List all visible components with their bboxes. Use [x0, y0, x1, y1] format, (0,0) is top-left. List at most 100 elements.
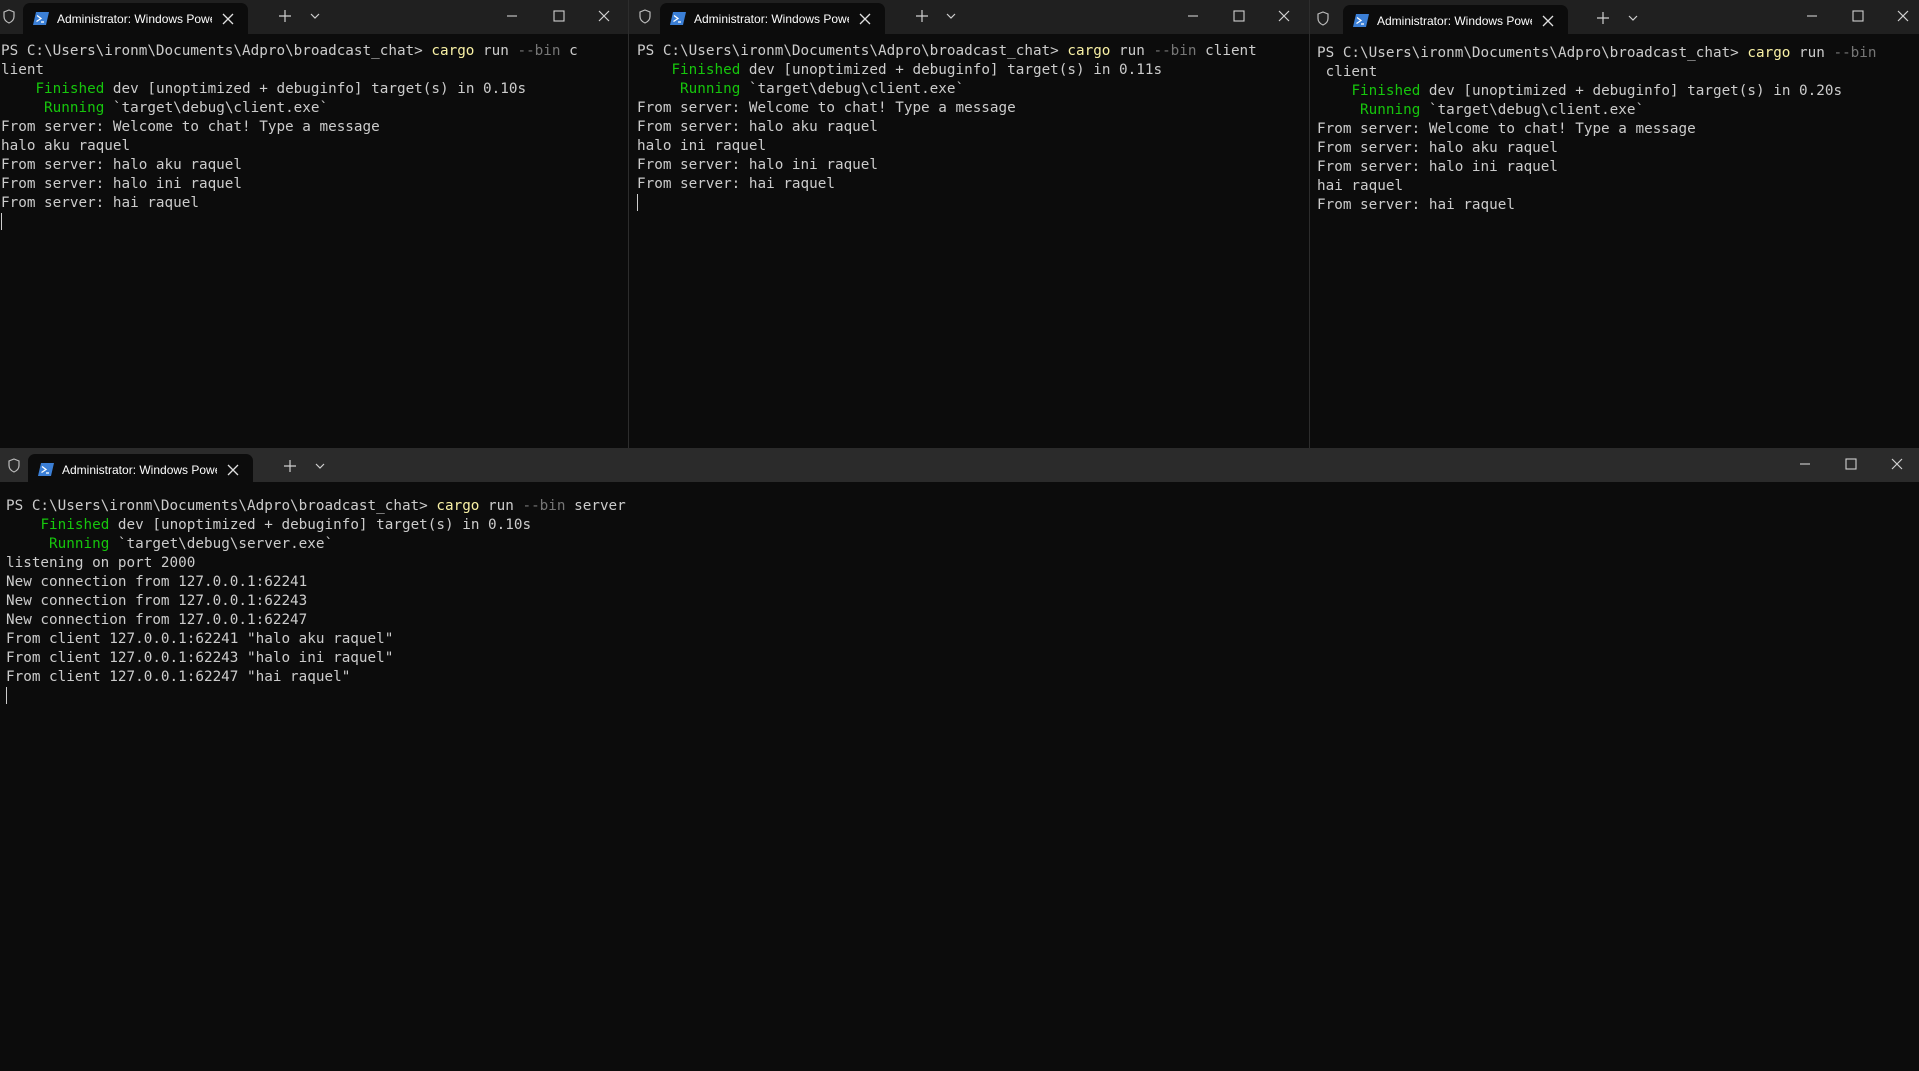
status-finished: Finished: [671, 62, 741, 78]
output-line: `target\debug\client.exe`: [1420, 102, 1645, 118]
tab-powershell[interactable]: Administrator: Windows PowerShell: [23, 3, 248, 34]
plus-icon[interactable]: [1596, 11, 1610, 25]
title-bar[interactable]: Administrator: Windows PowerShell: [1310, 0, 1919, 34]
output-line: lient: [1, 62, 45, 78]
plus-icon[interactable]: [278, 9, 292, 23]
command-args: run: [479, 498, 523, 514]
output-line: listening on port 2000: [6, 555, 196, 571]
title-bar[interactable]: Administrator: Windows PowerShell: [0, 448, 1919, 482]
output-line: `target\debug\client.exe`: [104, 100, 329, 116]
command-flag: --bin: [1153, 43, 1197, 59]
command-rest: server: [565, 498, 626, 514]
text-cursor: [6, 687, 7, 704]
output-line: From server: Welcome to chat! Type a mes…: [637, 100, 1016, 116]
output-line: From server: hai raquel: [1317, 197, 1515, 213]
tab-powershell[interactable]: Administrator: Windows PowerShell: [28, 454, 253, 482]
prompt: PS C:\Users\ironm\Documents\Adpro\broadc…: [1, 43, 432, 59]
tab-powershell[interactable]: Administrator: Windows PowerShell: [660, 3, 885, 34]
status-finished: Finished: [1351, 83, 1421, 99]
output-line: hai raquel: [1317, 178, 1404, 194]
output-line: halo ini raquel: [637, 138, 767, 154]
title-bar[interactable]: Administrator: Windows PowerShell: [629, 0, 1309, 34]
terminal-output[interactable]: PS C:\Users\ironm\Documents\Adpro\broadc…: [6, 497, 626, 707]
chevron-down-icon[interactable]: [1628, 15, 1638, 22]
output-line: From server: halo ini raquel: [1, 176, 243, 192]
output-line: From client 127.0.0.1:62241 "halo aku ra…: [6, 631, 394, 647]
close-icon[interactable]: [596, 8, 612, 24]
plus-icon[interactable]: [283, 459, 297, 473]
tab-powershell[interactable]: Administrator: Windows PowerShell: [1343, 5, 1568, 34]
close-icon[interactable]: [227, 464, 239, 476]
output-line: From server: Welcome to chat! Type a mes…: [1, 119, 380, 135]
output-line: From server: Welcome to chat! Type a mes…: [1317, 121, 1696, 137]
command-rest: client: [1196, 43, 1257, 59]
output-line: dev [unoptimized + debuginfo] target(s) …: [109, 517, 532, 533]
output-line: client: [1317, 64, 1378, 80]
status-finished: Finished: [40, 517, 110, 533]
terminal-window-client-1: Administrator: Windows PowerShell PS C:\…: [0, 0, 628, 448]
tab-title: Administrator: Windows PowerShell: [57, 12, 212, 26]
close-icon[interactable]: [222, 13, 234, 25]
status-running: Running: [44, 100, 105, 116]
close-icon[interactable]: [1889, 456, 1905, 472]
command-rest: c: [560, 43, 578, 59]
output-line: New connection from 127.0.0.1:62247: [6, 612, 308, 628]
output-line: From server: halo ini raquel: [637, 157, 879, 173]
output-line: From server: halo ini raquel: [1317, 159, 1559, 175]
command-args: run: [1790, 45, 1834, 61]
command: cargo: [436, 498, 480, 514]
output-line: From server: hai raquel: [637, 176, 835, 192]
output-line: From client 127.0.0.1:62247 "hai raquel": [6, 669, 351, 685]
prompt: PS C:\Users\ironm\Documents\Adpro\broadc…: [1317, 45, 1748, 61]
command-flag: --bin: [517, 43, 561, 59]
chevron-down-icon[interactable]: [946, 13, 956, 20]
plus-icon[interactable]: [915, 9, 929, 23]
output-line: From server: halo aku raquel: [637, 119, 879, 135]
close-icon[interactable]: [859, 13, 871, 25]
title-bar[interactable]: Administrator: Windows PowerShell: [0, 0, 628, 34]
tab-title: Administrator: Windows PowerShell: [694, 12, 849, 26]
output-line: dev [unoptimized + debuginfo] target(s) …: [104, 81, 527, 97]
maximize-icon[interactable]: [1231, 8, 1247, 24]
close-icon[interactable]: [1276, 8, 1292, 24]
command: cargo: [431, 43, 475, 59]
output-line: halo aku raquel: [1, 138, 131, 154]
status-finished: Finished: [35, 81, 105, 97]
minimize-icon[interactable]: [1804, 8, 1820, 24]
terminal-window-client-2: Administrator: Windows PowerShell PS C:\…: [629, 0, 1309, 448]
minimize-icon[interactable]: [1797, 456, 1813, 472]
powershell-icon: [670, 12, 686, 25]
text-cursor: [637, 194, 638, 211]
chevron-down-icon[interactable]: [315, 463, 325, 470]
maximize-icon[interactable]: [1843, 456, 1859, 472]
command-flag: --bin: [1833, 45, 1877, 61]
tab-title: Administrator: Windows PowerShell: [1377, 14, 1532, 28]
status-running: Running: [49, 536, 110, 552]
output-line: `target\debug\client.exe`: [740, 81, 965, 97]
command-args: run: [474, 43, 518, 59]
output-line: New connection from 127.0.0.1:62243: [6, 593, 308, 609]
output-line: dev [unoptimized + debuginfo] target(s) …: [1420, 83, 1843, 99]
status-running: Running: [680, 81, 741, 97]
output-line: From server: halo aku raquel: [1317, 140, 1559, 156]
terminal-output[interactable]: PS C:\Users\ironm\Documents\Adpro\broadc…: [637, 42, 1257, 214]
shield-icon: [8, 458, 20, 473]
close-icon[interactable]: [1542, 15, 1554, 27]
close-icon[interactable]: [1895, 8, 1911, 24]
output-line: From client 127.0.0.1:62243 "halo ini ra…: [6, 650, 394, 666]
command-args: run: [1110, 43, 1154, 59]
terminal-output[interactable]: PS C:\Users\ironm\Documents\Adpro\broadc…: [1317, 44, 1877, 215]
shield-icon: [1317, 11, 1329, 26]
terminal-window-client-3: Administrator: Windows PowerShell PS C:\…: [1310, 0, 1919, 448]
terminal-output[interactable]: PS C:\Users\ironm\Documents\Adpro\broadc…: [1, 42, 578, 233]
minimize-icon[interactable]: [504, 8, 520, 24]
maximize-icon[interactable]: [1850, 8, 1866, 24]
chevron-down-icon[interactable]: [310, 13, 320, 20]
minimize-icon[interactable]: [1185, 8, 1201, 24]
shield-icon: [639, 9, 651, 24]
tab-title: Administrator: Windows PowerShell: [62, 463, 217, 477]
output-line: dev [unoptimized + debuginfo] target(s) …: [740, 62, 1163, 78]
maximize-icon[interactable]: [551, 8, 567, 24]
output-line: From server: hai raquel: [1, 195, 199, 211]
output-line: `target\debug\server.exe`: [109, 536, 334, 552]
